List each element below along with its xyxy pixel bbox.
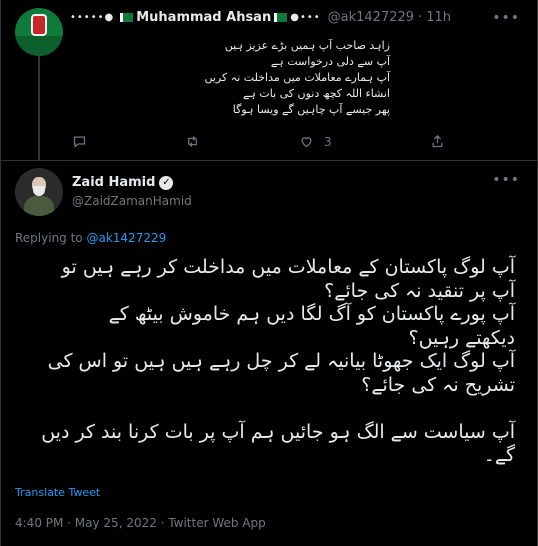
reply-icon <box>73 136 86 148</box>
tweet-divider <box>0 160 538 161</box>
tweet-text-line: آپ ہمارے معاملات میں مداخلت نہ کریں <box>204 71 390 84</box>
user-handle[interactable]: @ak1427229 <box>328 10 414 25</box>
retweet-button[interactable] <box>185 134 200 149</box>
display-name[interactable]: Muhammad Ahsan <box>136 10 271 25</box>
tweet-text-line: تشریح نہ کی جائے؟ <box>361 373 515 396</box>
tweet-text-blank-line <box>15 397 515 421</box>
avatar[interactable] <box>15 168 63 216</box>
parent-tweet-header: •••••● Muhammad Ahsan ●••• @ak1427229 · … <box>70 10 451 25</box>
more-horizontal-icon[interactable]: ••• <box>492 172 520 188</box>
replying-to-handle[interactable]: @ak1427229 <box>86 231 166 245</box>
avatar-beard <box>33 186 45 196</box>
tweet-text-line: آپ لوگ ایک جھوٹا بیانیہ لے کر چل رہے ہیں… <box>47 350 515 372</box>
separator-dot: · <box>418 10 423 25</box>
verified-badge-icon: ✓ <box>159 175 174 190</box>
heart-icon <box>301 137 312 148</box>
tweet-text-line: انشاء اللہ کچھ دنوں کی بات ہے <box>242 87 390 100</box>
display-name-text[interactable]: Zaid Hamid <box>72 175 155 190</box>
avatar-flag-band <box>15 36 63 56</box>
tweet-text-line: آپ سیاست سے الگ ہو جائیں ہم آپ پر بات کر… <box>41 420 515 443</box>
like-count: 3 <box>324 134 332 149</box>
avatar-body <box>24 196 54 216</box>
retweet-icon <box>188 136 197 147</box>
avatar[interactable] <box>15 8 63 56</box>
like-button[interactable]: 3 <box>299 134 332 149</box>
tweet-text-line: زاہد صاحب آپ ہمیں بڑے عزیز ہیں <box>224 39 390 52</box>
tweet-text-line: آپ پورے پاکستان کو آگ لگا دیں ہم خاموش ب… <box>108 303 515 325</box>
thread-connector-line <box>38 56 40 160</box>
tweet-text-line: آپ پر تنقید نہ کی جائے؟ <box>324 279 515 302</box>
more-horizontal-icon[interactable]: ••• <box>492 10 520 26</box>
tweet-text-line: آپ لوگ پاکستان کے معاملات میں مداخلت کر … <box>61 256 515 278</box>
name-decoration-left: •••••● <box>70 12 115 23</box>
tweet-text-line: گے۔ <box>483 444 515 466</box>
tweet-text-line: دیکھتے رہیں؟ <box>408 326 516 349</box>
pakistan-flag-icon <box>120 13 134 22</box>
share-icon <box>432 134 443 148</box>
tweet-timestamp[interactable]: 4:40 PM · May 25, 2022 · Twitter Web App <box>15 516 266 530</box>
tweet-actions: 3 <box>72 134 472 152</box>
tweet-text-line: پھر جیسے آپ چاہیں گے ویسا ہوگا <box>232 103 390 116</box>
parent-tweet[interactable]: •••••● Muhammad Ahsan ●••• @ak1427229 · … <box>0 0 538 160</box>
tweet-time[interactable]: 11h <box>426 10 451 25</box>
user-handle[interactable]: @ZaidZamanHamid <box>72 194 192 208</box>
parent-tweet-text: زاہد صاحب آپ ہمیں بڑے عزیز ہیں آپ سے دلی… <box>90 38 390 118</box>
reply-button[interactable] <box>72 134 87 149</box>
name-decoration-right: ●••• <box>290 12 321 23</box>
main-tweet-text: آپ لوگ پاکستان کے معاملات میں مداخلت کر … <box>15 256 515 468</box>
replying-to-label: Replying to <box>15 231 83 245</box>
tweet-text-line: آپ سے دلی درخواست ہے <box>270 55 390 68</box>
replying-to: Replying to @ak1427229 <box>15 231 166 245</box>
translate-tweet-link[interactable]: Translate Tweet <box>15 486 100 499</box>
share-button[interactable] <box>430 134 445 149</box>
pakistan-flag-icon <box>274 13 288 22</box>
avatar-emblem <box>31 14 47 36</box>
display-name[interactable]: Zaid Hamid ✓ <box>72 175 174 190</box>
